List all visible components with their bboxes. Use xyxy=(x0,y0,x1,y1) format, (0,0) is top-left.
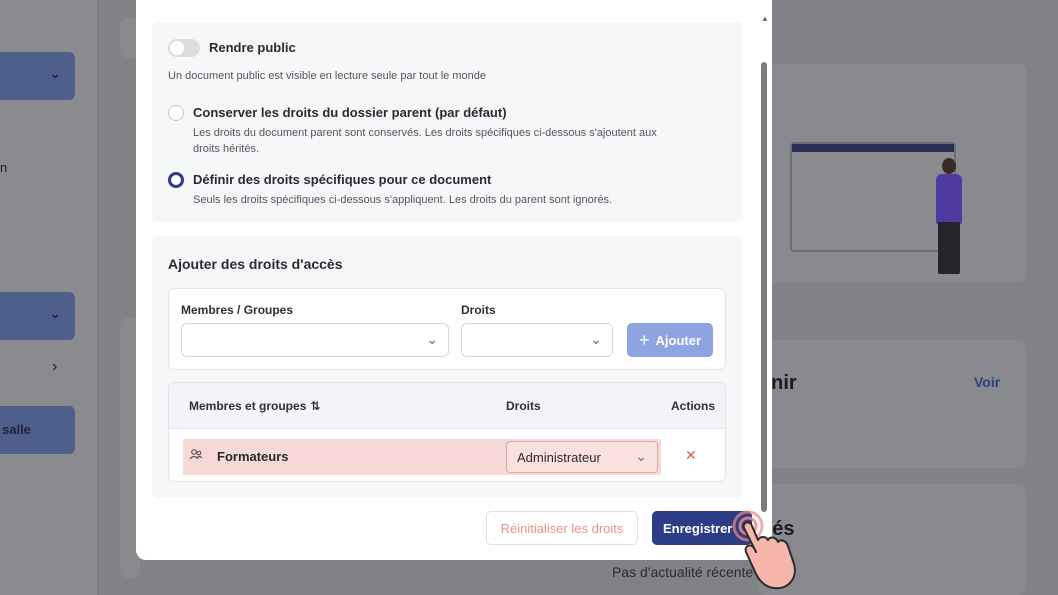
add-button[interactable]: + Ajouter xyxy=(627,323,713,357)
background-nav-item: ⌄ xyxy=(0,292,75,340)
public-toggle-description: Un document public est visible en lectur… xyxy=(168,70,486,82)
inherit-parent-label: Conserver les droits du dossier parent (… xyxy=(193,105,507,120)
row-rights-value: Administrateur xyxy=(517,450,601,465)
hand-pointer-icon xyxy=(728,508,814,594)
chevron-down-icon: ⌄ xyxy=(590,331,602,347)
scroll-up-arrow[interactable]: ▲ xyxy=(761,14,769,23)
background-sidebar: ⌄ n ⌄ › salle xyxy=(0,0,98,595)
table-row: Formateurs Administrateur ⌄ xyxy=(183,439,661,475)
illustration-person xyxy=(942,158,956,174)
close-icon[interactable]: ✕ xyxy=(685,447,697,464)
inherit-parent-description-2: droits hérités. xyxy=(193,143,260,155)
radio-inherit-parent[interactable] xyxy=(168,105,184,121)
access-rights-title: Ajouter des droits d'accès xyxy=(168,256,343,272)
visibility-section: Rendre public Un document public est vis… xyxy=(152,22,742,222)
background-card xyxy=(758,340,1026,468)
chevron-down-icon: ⌄ xyxy=(49,305,61,321)
chevron-right-icon: › xyxy=(52,358,58,375)
member-name: Formateurs xyxy=(217,449,289,464)
chevron-down-icon: ⌄ xyxy=(635,448,647,464)
radio-specific-rights[interactable] xyxy=(168,172,184,188)
members-select[interactable]: ⌄ xyxy=(181,323,449,357)
background-text-fragment: n xyxy=(0,160,8,175)
reset-rights-button[interactable]: Réinitialiser les droits xyxy=(486,511,638,545)
add-rights-form: Membres / Groupes ⌄ Droits ⌄ + Ajouter xyxy=(168,288,726,370)
illustration xyxy=(768,64,1026,282)
group-icon xyxy=(189,448,203,465)
chevron-down-icon: ⌄ xyxy=(49,65,61,81)
rights-select[interactable]: ⌄ xyxy=(461,323,613,357)
members-label: Membres / Groupes xyxy=(181,303,294,317)
chevron-down-icon: ⌄ xyxy=(426,331,438,347)
inherit-parent-description: Les droits du document parent sont conse… xyxy=(193,127,657,139)
table-header: Membres et groupes ⇅ Droits Actions xyxy=(169,383,725,429)
plus-icon: + xyxy=(638,330,650,350)
column-actions: Actions xyxy=(671,399,716,413)
background-see-link: Voir xyxy=(974,374,1001,390)
illustration-screen xyxy=(790,142,956,252)
row-rights-select[interactable]: Administrateur ⌄ xyxy=(506,441,658,473)
rights-label: Droits xyxy=(461,303,496,317)
specific-rights-label: Définir des droits spécifiques pour ce d… xyxy=(193,172,492,187)
sort-icon[interactable]: ⇅ xyxy=(310,399,320,413)
background-nav-item: ⌄ xyxy=(0,52,75,100)
add-button-label: Ajouter xyxy=(655,332,702,348)
column-members[interactable]: Membres et groupes ⇅ xyxy=(189,399,320,413)
illustration-person-legs xyxy=(938,222,960,274)
background-nav-label: salle xyxy=(2,422,31,437)
public-toggle-label: Rendre public xyxy=(209,40,296,55)
permissions-modal: Rendre public Un document public est vis… xyxy=(136,0,772,560)
column-members-label: Membres et groupes xyxy=(189,399,307,413)
access-rights-section: Ajouter des droits d'accès Membres / Gro… xyxy=(152,236,742,498)
public-toggle[interactable] xyxy=(168,39,200,57)
background-nav-item-salle: salle xyxy=(0,406,75,454)
illustration-person-body xyxy=(936,174,962,224)
rights-table: Membres et groupes ⇅ Droits Actions Forma… xyxy=(168,382,726,482)
specific-rights-description: Seuls les droits spécifiques ci-dessous … xyxy=(193,194,613,206)
column-rights: Droits xyxy=(506,399,541,413)
scrollbar-thumb[interactable] xyxy=(761,62,767,512)
